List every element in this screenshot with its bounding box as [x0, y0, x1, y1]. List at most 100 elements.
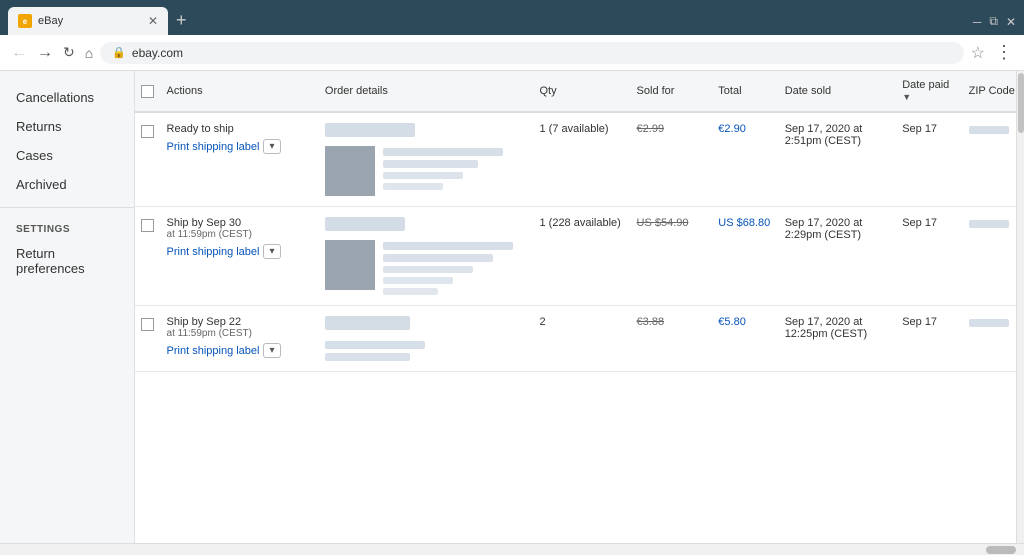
dropdown-button[interactable]: ▾ — [263, 139, 280, 154]
action-cell: Ship by Sep 22 at 11:59pm (CEST) Print s… — [161, 306, 319, 372]
print-shipping-label-link[interactable]: Print shipping label — [167, 345, 260, 357]
zip-blurred — [969, 220, 1009, 228]
action-label: Ship by Sep 22 — [167, 316, 313, 328]
tab-bar: e eBay ✕ + — [8, 0, 967, 35]
qty-cell: 2 — [533, 306, 630, 372]
th-order-details: Order details — [319, 71, 534, 112]
active-tab[interactable]: e eBay ✕ — [8, 7, 168, 35]
header-checkbox[interactable] — [141, 85, 154, 98]
horizontal-scrollbar[interactable] — [0, 543, 1024, 555]
sold-for-cell: US $54.90 — [631, 207, 713, 306]
order-item-row — [325, 146, 528, 196]
price-blue: US $68.80 — [718, 217, 772, 229]
row-checkbox[interactable] — [141, 219, 154, 232]
order-item-row — [325, 339, 528, 361]
address-input[interactable] — [132, 46, 952, 60]
price-crossed: US $54.90 — [637, 217, 707, 229]
sidebar-item-archived[interactable]: Archived — [0, 170, 134, 199]
sold-for-cell: €2.99 — [631, 112, 713, 207]
sort-icon: ▼ — [902, 92, 911, 102]
app-layout: Cancellations Returns Cases Archived SET… — [0, 71, 1024, 543]
sidebar-item-cases[interactable]: Cases — [0, 141, 134, 170]
item-title-line3 — [383, 172, 463, 179]
action-sub: at 11:59pm (CEST) — [167, 229, 313, 240]
sidebar-item-return-preferences[interactable]: Return preferences — [0, 239, 134, 283]
back-button[interactable]: ← — [8, 44, 30, 62]
th-total: Total — [712, 71, 778, 112]
window-controls: ─ ⧉ ✕ — [973, 14, 1016, 35]
row-checkbox-cell — [135, 112, 161, 207]
item-text-lines — [325, 339, 425, 361]
table-row: Ready to ship Print shipping label ▾ — [135, 112, 1024, 207]
th-sold-for: Sold for — [631, 71, 713, 112]
zip-cell — [963, 207, 1024, 306]
tab-close-icon[interactable]: ✕ — [148, 14, 158, 28]
item-title-line1 — [325, 341, 425, 349]
content-area: Actions Order details Qty Sold for Total… — [135, 71, 1024, 543]
tab-favicon: e — [18, 14, 32, 28]
print-label-row: Print shipping label ▾ — [167, 343, 313, 358]
dropdown-button[interactable]: ▾ — [263, 244, 280, 259]
lock-icon: 🔒 — [112, 46, 126, 59]
scrollbar-thumb[interactable] — [1018, 73, 1024, 133]
zip-blurred — [969, 126, 1009, 134]
address-bar: ← → ↻ ⌂ 🔒 ☆ ⋮ — [0, 35, 1024, 71]
sold-for-cell: €3.88 — [631, 306, 713, 372]
total-cell: €2.90 — [712, 112, 778, 207]
dropdown-button[interactable]: ▾ — [263, 343, 280, 358]
forward-button[interactable]: → — [34, 44, 56, 62]
print-shipping-label-link[interactable]: Print shipping label — [167, 246, 260, 258]
scrollbar-track[interactable] — [1016, 71, 1024, 543]
price-crossed: €2.99 — [637, 123, 707, 135]
th-zip-code: ZIP Code — [963, 71, 1024, 112]
item-title-line4 — [383, 277, 453, 284]
minimize-icon[interactable]: ─ — [973, 15, 982, 29]
price-blue: €5.80 — [718, 316, 772, 328]
sidebar-divider — [0, 207, 134, 208]
total-cell: €5.80 — [712, 306, 778, 372]
table-row: Ship by Sep 30 at 11:59pm (CEST) Print s… — [135, 207, 1024, 306]
qty-cell: 1 (228 available) — [533, 207, 630, 306]
date-sold-cell: Sep 17, 2020 at 2:29pm (CEST) — [779, 207, 897, 306]
date-sold-cell: Sep 17, 2020 at 12:25pm (CEST) — [779, 306, 897, 372]
qty-cell: 1 (7 available) — [533, 112, 630, 207]
zip-blurred — [969, 319, 1009, 327]
item-title-line3 — [383, 266, 473, 273]
th-date-paid[interactable]: Date paid ▼ — [896, 71, 962, 112]
price-crossed: €3.88 — [637, 316, 707, 328]
reload-button[interactable]: ↻ — [60, 44, 78, 61]
order-id-chip — [325, 217, 405, 231]
row-checkbox[interactable] — [141, 318, 154, 331]
menu-icon[interactable]: ⋮ — [992, 42, 1016, 63]
row-checkbox-cell — [135, 306, 161, 372]
order-detail-cell — [319, 207, 534, 306]
new-tab-button[interactable]: + — [168, 10, 195, 35]
item-text-lines — [383, 240, 513, 295]
close-icon[interactable]: ✕ — [1006, 15, 1016, 29]
table-row: Ship by Sep 22 at 11:59pm (CEST) Print s… — [135, 306, 1024, 372]
action-sub: at 11:59pm (CEST) — [167, 328, 313, 339]
restore-icon[interactable]: ⧉ — [989, 14, 998, 29]
home-button[interactable]: ⌂ — [82, 45, 96, 61]
th-checkbox — [135, 71, 161, 112]
row-checkbox[interactable] — [141, 125, 154, 138]
sidebar-item-returns[interactable]: Returns — [0, 112, 134, 141]
h-scroll-thumb[interactable] — [986, 546, 1016, 554]
order-id-chip — [325, 123, 415, 137]
browser-chrome: e eBay ✕ + ─ ⧉ ✕ — [0, 0, 1024, 35]
item-text-lines — [383, 146, 503, 190]
tab-title-text: eBay — [38, 15, 63, 27]
order-item-row — [325, 240, 528, 295]
row-checkbox-cell — [135, 207, 161, 306]
zip-cell — [963, 306, 1024, 372]
print-shipping-label-link[interactable]: Print shipping label — [167, 141, 260, 153]
sidebar-item-cancellations[interactable]: Cancellations — [0, 83, 134, 112]
item-title-line2 — [383, 160, 478, 168]
th-qty: Qty — [533, 71, 630, 112]
zip-cell — [963, 112, 1024, 207]
th-date-sold: Date sold — [779, 71, 897, 112]
price-blue: €2.90 — [718, 123, 772, 135]
th-actions: Actions — [161, 71, 319, 112]
date-paid-cell: Sep 17 — [896, 306, 962, 372]
star-icon[interactable]: ☆ — [968, 43, 988, 63]
